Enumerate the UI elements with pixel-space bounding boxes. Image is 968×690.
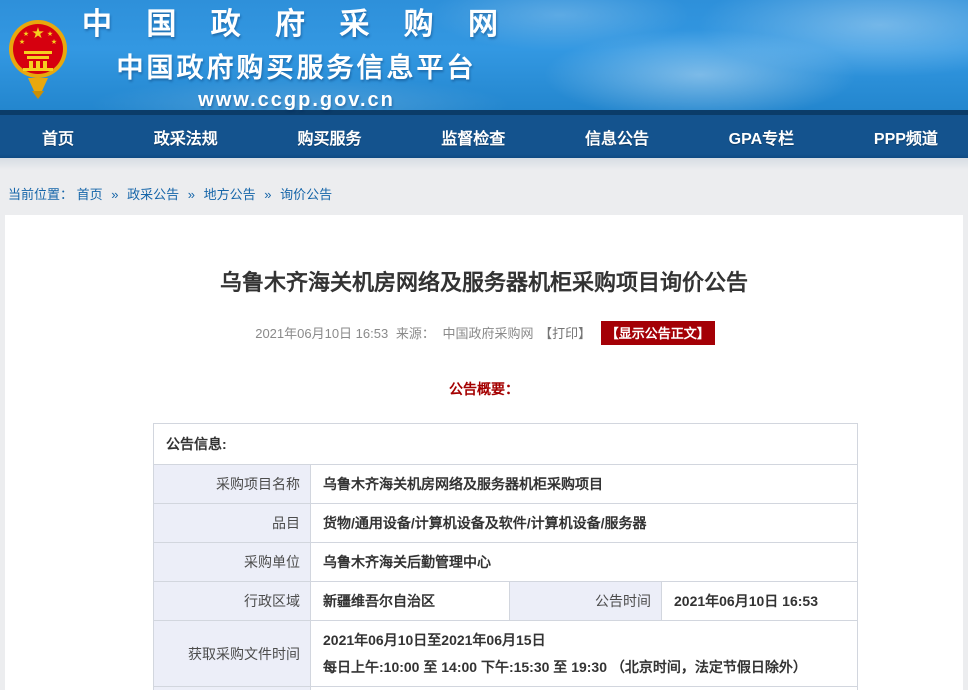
nav-item-gpa[interactable]: GPA专栏 <box>729 125 795 149</box>
svg-text:★: ★ <box>51 38 57 46</box>
svg-text:★: ★ <box>19 38 25 46</box>
nav-item-home[interactable]: 首页 <box>42 125 74 149</box>
print-button[interactable]: 【打印】 <box>539 326 591 341</box>
site-header: ★ ★ ★ ★ ★ 中 国 政 府 采 购 网 中国政府购买服务信息平台 www… <box>0 0 968 110</box>
field-label-region: 行政区域 <box>154 582 311 621</box>
show-notice-button[interactable]: 【显示公告正文】 <box>601 321 715 345</box>
field-label-project-name: 采购项目名称 <box>154 465 311 504</box>
nav-item-supervision[interactable]: 监督检查 <box>441 125 505 149</box>
breadcrumb: 当前位置： 首页 » 政采公告 » 地方公告 » 询价公告 <box>0 158 968 215</box>
breadcrumb-item-procurement-notices[interactable]: 政采公告 <box>127 187 179 202</box>
svg-text:★: ★ <box>47 30 53 38</box>
field-label-notice-time: 公告时间 <box>510 582 662 621</box>
field-value-document-period: 2021年06月10日至2021年06月15日 每日上午:10:00 至 14:… <box>311 621 858 687</box>
publish-datetime: 2021年06月10日 16:53 <box>255 326 388 341</box>
nav-item-purchase-services[interactable]: 购买服务 <box>297 125 361 149</box>
table-section-row: 公告信息: <box>154 424 858 465</box>
breadcrumb-separator: » <box>188 187 195 202</box>
site-title: 中 国 政 府 采 购 网 <box>82 0 511 43</box>
main-nav: 首页 政采法规 购买服务 监督检查 信息公告 GPA专栏 PPP频道 <box>0 110 968 158</box>
breadcrumb-location-label: 当前位置： <box>8 187 73 202</box>
svg-text:★: ★ <box>23 30 29 38</box>
source-name: 中国政府采购网 <box>442 326 533 341</box>
section-title: 公告信息: <box>154 424 858 465</box>
article-meta: 2021年06月10日 16:53 来源： 中国政府采购网 【打印】 【显示公告… <box>5 321 963 345</box>
nav-item-ppp[interactable]: PPP频道 <box>874 125 938 149</box>
breadcrumb-separator: » <box>264 187 271 202</box>
breadcrumb-item-inquiry-notices[interactable]: 询价公告 <box>280 187 332 202</box>
field-label-document-period: 获取采购文件时间 <box>154 621 311 687</box>
breadcrumb-separator: » <box>111 187 118 202</box>
table-row: 采购单位 乌鲁木齐海关后勤管理中心 <box>154 543 858 582</box>
field-value-budget: ￥11.000000万元（人民币） <box>311 687 858 690</box>
field-label-purchaser: 采购单位 <box>154 543 311 582</box>
field-value-category: 货物/通用设备/计算机设备及软件/计算机设备/服务器 <box>311 504 858 543</box>
announcement-info-table: 公告信息: 采购项目名称 乌鲁木齐海关机房网络及服务器机柜采购项目 品目 货物/… <box>153 423 858 690</box>
table-row: 品目 货物/通用设备/计算机设备及软件/计算机设备/服务器 <box>154 504 858 543</box>
site-subtitle: 中国政府购买服务信息平台 <box>82 46 511 85</box>
site-branding: 中 国 政 府 采 购 网 中国政府购买服务信息平台 www.ccgp.gov.… <box>82 0 511 112</box>
document-period-hours: 每日上午:10:00 至 14:00 下午:15:30 至 19:30 （北京时… <box>323 657 845 677</box>
breadcrumb-item-local-notices[interactable]: 地方公告 <box>204 187 256 202</box>
site-url: www.ccgp.gov.cn <box>82 89 511 112</box>
source-label: 来源： <box>396 326 435 341</box>
breadcrumb-item-home[interactable]: 首页 <box>77 187 103 202</box>
nav-item-regulations[interactable]: 政采法规 <box>154 125 218 149</box>
nav-item-announcements[interactable]: 信息公告 <box>585 125 649 149</box>
field-value-purchaser: 乌鲁木齐海关后勤管理中心 <box>311 543 858 582</box>
field-value-project-name: 乌鲁木齐海关机房网络及服务器机柜采购项目 <box>311 465 858 504</box>
document-period-dates: 2021年06月10日至2021年06月15日 <box>323 630 845 650</box>
table-row: 行政区域 新疆维吾尔自治区 公告时间 2021年06月10日 16:53 <box>154 582 858 621</box>
summary-heading: 公告概要： <box>5 379 963 399</box>
field-value-region: 新疆维吾尔自治区 <box>311 582 510 621</box>
field-label-budget: 预算金额 <box>154 687 311 690</box>
china-national-emblem-icon: ★ ★ ★ ★ ★ <box>8 9 68 101</box>
field-label-category: 品目 <box>154 504 311 543</box>
content-card: 乌鲁木齐海关机房网络及服务器机柜采购项目询价公告 2021年06月10日 16:… <box>5 215 963 690</box>
table-row: 获取采购文件时间 2021年06月10日至2021年06月15日 每日上午:10… <box>154 621 858 687</box>
svg-text:★: ★ <box>31 25 44 42</box>
field-value-notice-time: 2021年06月10日 16:53 <box>662 582 858 621</box>
table-row: 采购项目名称 乌鲁木齐海关机房网络及服务器机柜采购项目 <box>154 465 858 504</box>
table-row: 预算金额 ￥11.000000万元（人民币） <box>154 687 858 690</box>
page-title: 乌鲁木齐海关机房网络及服务器机柜采购项目询价公告 <box>5 215 963 299</box>
